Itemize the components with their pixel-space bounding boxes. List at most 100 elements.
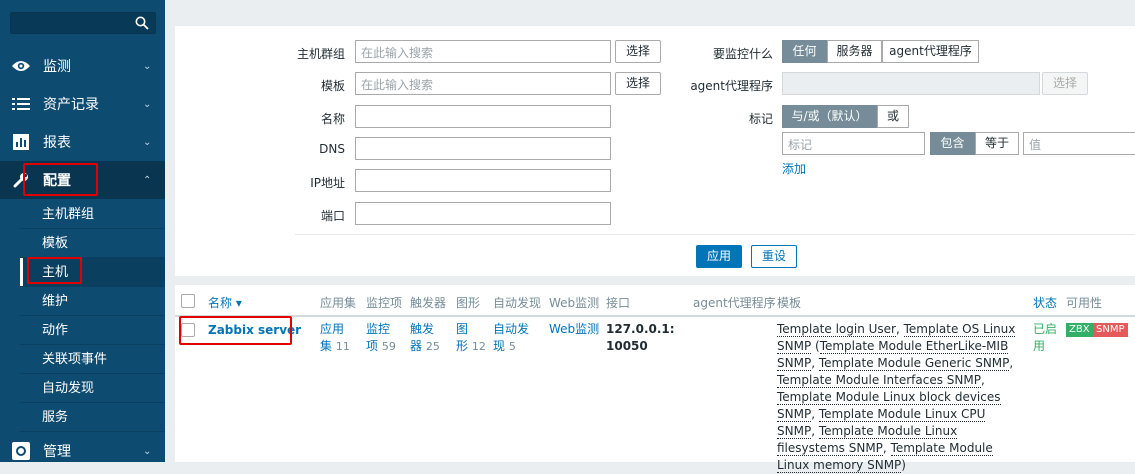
select-all-checkbox[interactable] <box>181 294 195 308</box>
filter-panel: 主机群组 在此输入搜索 选择 模板 在此输入搜索 选择 名称 DNS IP地址 … <box>175 26 1135 276</box>
menu-label: 监测 <box>43 59 71 75</box>
submenu-item-templates[interactable]: 模板 <box>20 229 165 258</box>
selected-marker <box>20 258 23 286</box>
menu-label: 报表 <box>43 135 71 151</box>
template-link[interactable]: Template Module Generic SNMP <box>818 356 1010 371</box>
column-header-status[interactable]: 状态 <box>1033 294 1057 311</box>
sidebar-search-input[interactable] <box>10 12 156 34</box>
templates-label: 模板 <box>320 79 345 93</box>
tag-name-input[interactable]: 标记 <box>782 132 925 155</box>
discovery-line1: 自动发 <box>493 322 530 336</box>
configuration-submenu: 主机群组 模板 主机 维护 动作 关联项事件 自动发现 服务 <box>0 200 165 432</box>
proxy-label: agent代理程序 <box>690 79 773 93</box>
column-header-discovery: 自动发现 <box>493 296 542 310</box>
bar-chart-icon <box>11 132 31 152</box>
tags-eval-and-or[interactable]: 与/或（默认） <box>782 105 877 128</box>
chevron-down-icon: ⌄ <box>143 98 152 110</box>
column-header-items: 监控项 <box>366 296 403 310</box>
tag-operator-contains[interactable]: 包含 <box>930 132 975 155</box>
filter-divider <box>295 234 1135 235</box>
templates-input[interactable]: 在此输入搜索 <box>355 72 611 95</box>
eye-icon <box>11 56 31 76</box>
proxy-input <box>782 72 1040 95</box>
submenu-item-maintenance[interactable]: 维护 <box>20 287 165 316</box>
items-count: 59 <box>381 340 396 353</box>
port-label: 端口 <box>320 209 345 223</box>
monitored-by-any[interactable]: 任何 <box>782 40 827 63</box>
applications-line1: 应用 <box>320 322 345 336</box>
monitored-by-proxy[interactable]: agent代理程序 <box>882 40 979 63</box>
template-link[interactable]: Template Module Interfaces SNMP <box>777 373 981 388</box>
items-link[interactable]: 监控 项 59 <box>366 321 396 355</box>
items-line1: 监控 <box>366 322 391 336</box>
sidebar: 监测 ⌄ 资产记录 ⌄ 报表 ⌄ 配置 ⌃ 主机群组 模板 主机 维护 动作 关… <box>0 0 165 462</box>
submenu-item-services[interactable]: 服务 <box>20 403 165 432</box>
gear-icon <box>11 441 31 461</box>
ip-input[interactable] <box>355 169 611 192</box>
dns-label: DNS <box>319 142 345 156</box>
items-line2: 项 <box>366 339 379 353</box>
submenu-item-host-groups[interactable]: 主机群组 <box>20 200 165 229</box>
column-header-triggers: 触发器 <box>410 296 447 310</box>
tag-operator-equals[interactable]: 等于 <box>975 132 1019 155</box>
discovery-count: 5 <box>508 340 516 353</box>
status-line2: 用 <box>1033 339 1046 353</box>
port-input[interactable] <box>355 202 611 225</box>
dns-input[interactable] <box>355 137 611 160</box>
column-header-applications: 应用集 <box>320 296 357 310</box>
column-header-graphs: 图形 <box>456 296 481 310</box>
host-name-link[interactable]: Zabbix server <box>208 322 301 339</box>
search-icon[interactable] <box>135 16 149 30</box>
submenu-item-discovery[interactable]: 自动发现 <box>20 374 165 403</box>
column-header-proxy: agent代理程序 <box>693 296 776 310</box>
monitored-by-server[interactable]: 服务器 <box>827 40 882 63</box>
name-input[interactable] <box>355 105 611 128</box>
column-header-interface: 接口 <box>606 296 631 310</box>
chevron-down-icon: ⌄ <box>143 445 152 457</box>
templates-list: Template login User, Template OS Linux S… <box>777 322 1016 473</box>
menu-administration[interactable]: 管理 ⌄ <box>0 432 165 470</box>
host-groups-select-button[interactable]: 选择 <box>615 40 661 63</box>
column-header-web: Web监测 <box>549 296 600 310</box>
menu-monitoring[interactable]: 监测 ⌄ <box>0 47 165 85</box>
chevron-down-icon: ⌄ <box>143 60 152 72</box>
list-icon <box>11 94 31 114</box>
menu-inventory[interactable]: 资产记录 ⌄ <box>0 85 165 123</box>
tag-value-input[interactable]: 值 <box>1023 132 1135 155</box>
submenu-item-event-correlation[interactable]: 关联项事件 <box>20 345 165 374</box>
menu-label: 资产记录 <box>43 97 99 113</box>
column-header-name[interactable]: 名称 ▾ <box>208 294 242 311</box>
graphs-line1: 图 <box>456 322 469 336</box>
applications-link[interactable]: 应用 集 11 <box>320 321 350 355</box>
menu-label: 管理 <box>43 444 71 460</box>
submenu-item-actions[interactable]: 动作 <box>20 316 165 345</box>
row-checkbox[interactable] <box>181 323 195 337</box>
chevron-down-icon: ⌄ <box>143 136 152 148</box>
submenu-item-hosts[interactable]: 主机 <box>20 258 165 287</box>
host-groups-input[interactable]: 在此输入搜索 <box>355 40 611 63</box>
column-header-templates: 模板 <box>777 296 802 310</box>
reset-button[interactable]: 重设 <box>751 245 797 268</box>
tags-label: 标记 <box>748 112 773 126</box>
status-enabled[interactable]: 已启 用 <box>1033 321 1057 355</box>
name-label: 名称 <box>320 112 345 126</box>
menu-configuration[interactable]: 配置 ⌃ <box>0 161 165 199</box>
proxy-select-button: 选择 <box>1042 72 1088 95</box>
apply-button[interactable]: 应用 <box>696 245 742 268</box>
triggers-link[interactable]: 触发 器 25 <box>410 321 440 355</box>
tags-eval-or[interactable]: 或 <box>877 105 909 128</box>
applications-line2: 集 <box>320 339 333 353</box>
template-link[interactable]: Template login User <box>777 322 896 337</box>
graphs-line2: 形 <box>456 339 469 353</box>
web-link[interactable]: Web监测 <box>549 321 599 338</box>
host-groups-label: 主机群组 <box>296 47 345 61</box>
status-line1: 已启 <box>1033 322 1058 336</box>
templates-select-button[interactable]: 选择 <box>615 72 661 95</box>
triggers-line2: 器 <box>410 339 423 353</box>
menu-reports[interactable]: 报表 ⌄ <box>0 123 165 161</box>
wrench-icon <box>11 170 31 190</box>
main-content: 主机群组 在此输入搜索 选择 模板 在此输入搜索 选择 名称 DNS IP地址 … <box>165 0 1135 473</box>
discovery-link[interactable]: 自动发 现 5 <box>493 321 529 355</box>
add-tag-link[interactable]: 添加 <box>782 160 806 177</box>
graphs-link[interactable]: 图 形 12 <box>456 321 486 355</box>
